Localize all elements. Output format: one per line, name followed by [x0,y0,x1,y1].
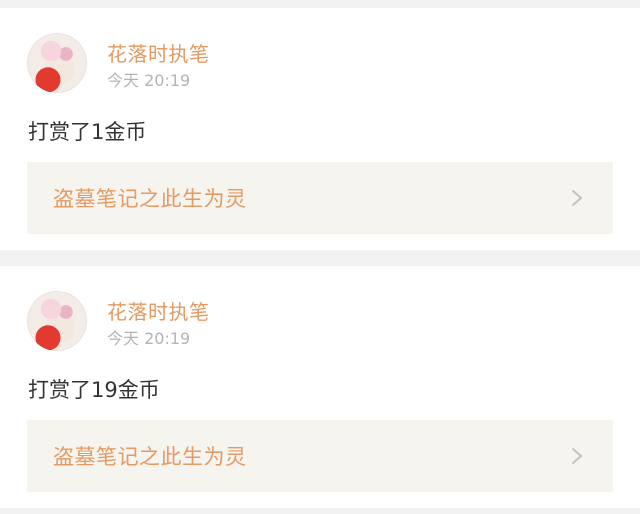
avatar[interactable] [27,33,87,93]
chevron-right-icon [572,448,582,464]
book-link[interactable]: 盗墓笔记之此生为灵 [27,162,613,234]
username[interactable]: 花落时执笔 [107,296,210,325]
timestamp: 今天 20:19 [107,329,191,348]
top-spacer [0,0,640,8]
chevron-right-icon [572,190,582,206]
timestamp: 今天 20:19 [107,71,191,90]
avatar[interactable] [27,291,87,351]
book-title: 盗墓笔记之此生为灵 [53,445,247,469]
reward-card: 花落时执笔 今天 20:19 打赏了1金币 盗墓笔记之此生为灵 [0,8,640,250]
reward-card: 花落时执笔 今天 20:19 打赏了19金币 盗墓笔记之此生为灵 [0,266,640,508]
reward-message: 打赏了19金币 [28,378,160,402]
book-link[interactable]: 盗墓笔记之此生为灵 [27,420,613,492]
book-title: 盗墓笔记之此生为灵 [53,187,247,211]
reward-message: 打赏了1金币 [28,120,147,144]
username[interactable]: 花落时执笔 [107,38,210,67]
card-divider [0,250,640,266]
